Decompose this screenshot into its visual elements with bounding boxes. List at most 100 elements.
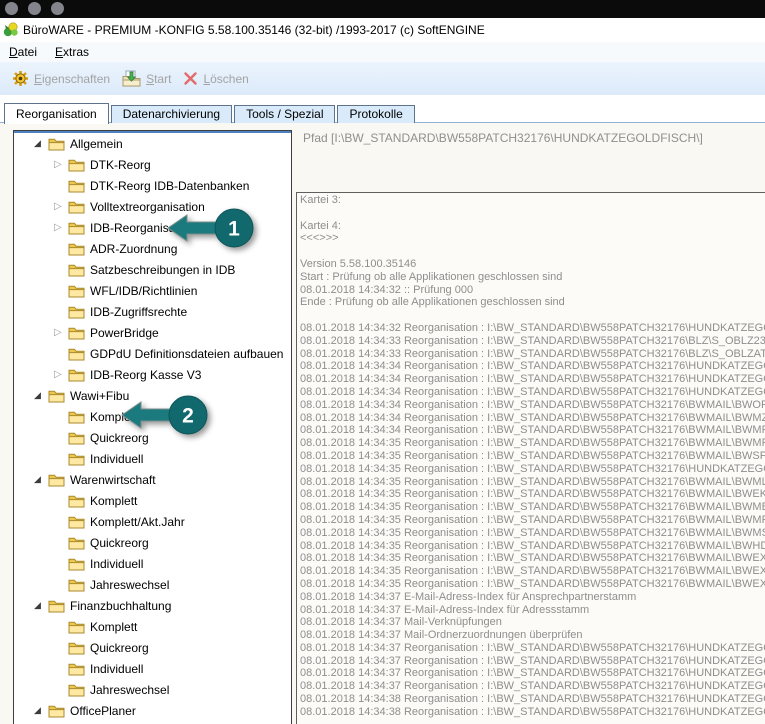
folder-icon [68,221,85,235]
folder-icon [68,620,85,634]
tab-protokolle[interactable]: Protokolle [337,105,414,123]
folder-icon [68,431,85,445]
tree-item[interactable]: Individuell [14,448,291,469]
window-minimize-button[interactable] [28,2,41,15]
start-button[interactable]: Start [122,70,171,87]
folder-icon [68,557,85,571]
tree-item-label: GDPdU Definitionsdateien aufbauen [90,347,283,361]
tab-datenarchivierung[interactable]: Datenarchivierung [111,105,232,123]
folder-icon [48,389,65,403]
tree-item[interactable]: ◢ Allgemein [14,133,291,154]
folder-icon [68,158,85,172]
loeschen-button[interactable]: Löschen [183,71,248,86]
folder-run-icon [122,70,141,87]
folder-icon [48,704,65,718]
app-icon [3,22,19,38]
tree-item-label: IDB-Reorg Kasse V3 [90,368,201,382]
tree-item[interactable]: Quickreorg [14,532,291,553]
folder-icon [68,179,85,193]
callout-badge-2: 2 [114,385,226,445]
window-title: BüroWARE - PREMIUM -KONFIG 5.58.100.3514… [23,23,485,37]
callout-1-number: 1 [228,218,240,241]
protocol-log-text: Kartei 3: Kartei 4: <<<>>> Version 5.58.… [300,194,765,719]
expander-expanded-icon[interactable]: ◢ [34,390,48,401]
delete-x-icon [183,71,198,86]
window-close-button[interactable] [5,2,18,15]
eigenschaften-button[interactable]: Eigenschaften [12,70,110,87]
tree-item[interactable]: Komplett [14,616,291,637]
tree-item[interactable]: Individuell [14,658,291,679]
tree-item[interactable]: ◢ OfficePlaner [14,700,291,721]
path-label: Pfad [I:\BW_STANDARD\BW558PATCH32176\HUN… [303,131,703,145]
expander-collapsed-icon[interactable]: ▷ [54,201,68,212]
tree-item-label: Warenwirtschaft [70,473,156,487]
start-label: Start [146,72,171,86]
tree-item-label: DTK-Reorg IDB-Datenbanken [90,179,249,193]
expander-expanded-icon[interactable]: ◢ [34,705,48,716]
folder-icon [68,662,85,676]
menu-extras[interactable]: Extras [46,43,98,61]
folder-icon [68,284,85,298]
tree-item-label: Individuell [90,557,143,571]
title-bar: BüroWARE - PREMIUM -KONFIG 5.58.100.3514… [0,18,765,42]
protocol-log-area[interactable]: Kartei 3: Kartei 4: <<<>>> Version 5.58.… [296,192,765,724]
tree-item-label: Quickreorg [90,536,149,550]
tree-item[interactable]: WFL/IDB/Richtlinien [14,280,291,301]
folder-icon [68,347,85,361]
folder-icon [68,536,85,550]
folder-icon [68,242,85,256]
expander-collapsed-icon[interactable]: ▷ [54,159,68,170]
folder-icon [48,473,65,487]
folder-icon [68,368,85,382]
folder-icon [68,494,85,508]
expander-collapsed-icon[interactable]: ▷ [54,327,68,338]
gear-icon [12,70,29,87]
tree-item[interactable]: ▷DTK-Reorg [14,154,291,175]
tree-item-label: IDB-Zugriffsrechte [90,305,187,319]
toolbar: Eigenschaften Start Löschen [0,62,765,96]
tab-reorganisation[interactable]: Reorganisation [4,103,109,124]
window-zoom-button[interactable] [51,2,64,15]
folder-icon [68,263,85,277]
tree-item[interactable]: ▷ IDB-Reorg Kasse V3 [14,364,291,385]
callout-2-number: 2 [182,405,194,428]
folder-icon [68,305,85,319]
tree-item-label: Allgemein [70,137,123,151]
tree-item[interactable]: ◢Finanzbuchhaltung [14,595,291,616]
tree-item-label: Quickreorg [90,641,149,655]
menu-datei[interactable]: Datei [0,43,46,61]
tree-item[interactable]: DTK-Reorg IDB-Datenbanken [14,175,291,196]
expander-expanded-icon[interactable]: ◢ [34,138,48,149]
tree-item[interactable]: IDB-Zugriffsrechte [14,301,291,322]
tree-item[interactable]: ▷ PowerBridge [14,322,291,343]
tree-item-label: Komplett [90,620,137,634]
expander-expanded-icon[interactable]: ◢ [34,474,48,485]
expander-expanded-icon[interactable]: ◢ [34,600,48,611]
menu-bar: Datei Extras [0,42,765,62]
tree-item[interactable]: Jahreswechsel [14,679,291,700]
tree-item-label: Komplett/Akt.Jahr [90,515,185,529]
tree-item-label: PowerBridge [90,326,159,340]
callout-badge-1: 1 [160,198,272,258]
tree-item[interactable]: Quickreorg [14,637,291,658]
tree-item[interactable]: Satzbeschreibungen in IDB [14,259,291,280]
tree-item[interactable]: GDPdU Definitionsdateien aufbauen [14,343,291,364]
window-chrome-bar [0,0,765,18]
expander-collapsed-icon[interactable]: ▷ [54,222,68,233]
expander-collapsed-icon[interactable]: ▷ [54,369,68,380]
tree-item-label: Jahreswechsel [90,578,169,592]
tree-item[interactable]: ◢ Warenwirtschaft [14,469,291,490]
folder-icon [68,515,85,529]
loeschen-label: Löschen [203,72,248,86]
folder-icon [68,200,85,214]
tree-item[interactable]: Individuell [14,553,291,574]
tree-item-label: Individuell [90,662,143,676]
eigenschaften-label: Eigenschaften [34,72,110,86]
tree-item[interactable]: Komplett/Akt.Jahr [14,511,291,532]
folder-icon [68,578,85,592]
tree-item[interactable]: Komplett [14,490,291,511]
tree-item-label: OfficePlaner [70,704,136,718]
tab-tools-spezial[interactable]: Tools / Spezial [234,105,335,123]
tree-item[interactable]: Jahreswechsel [14,574,291,595]
folder-icon [68,326,85,340]
